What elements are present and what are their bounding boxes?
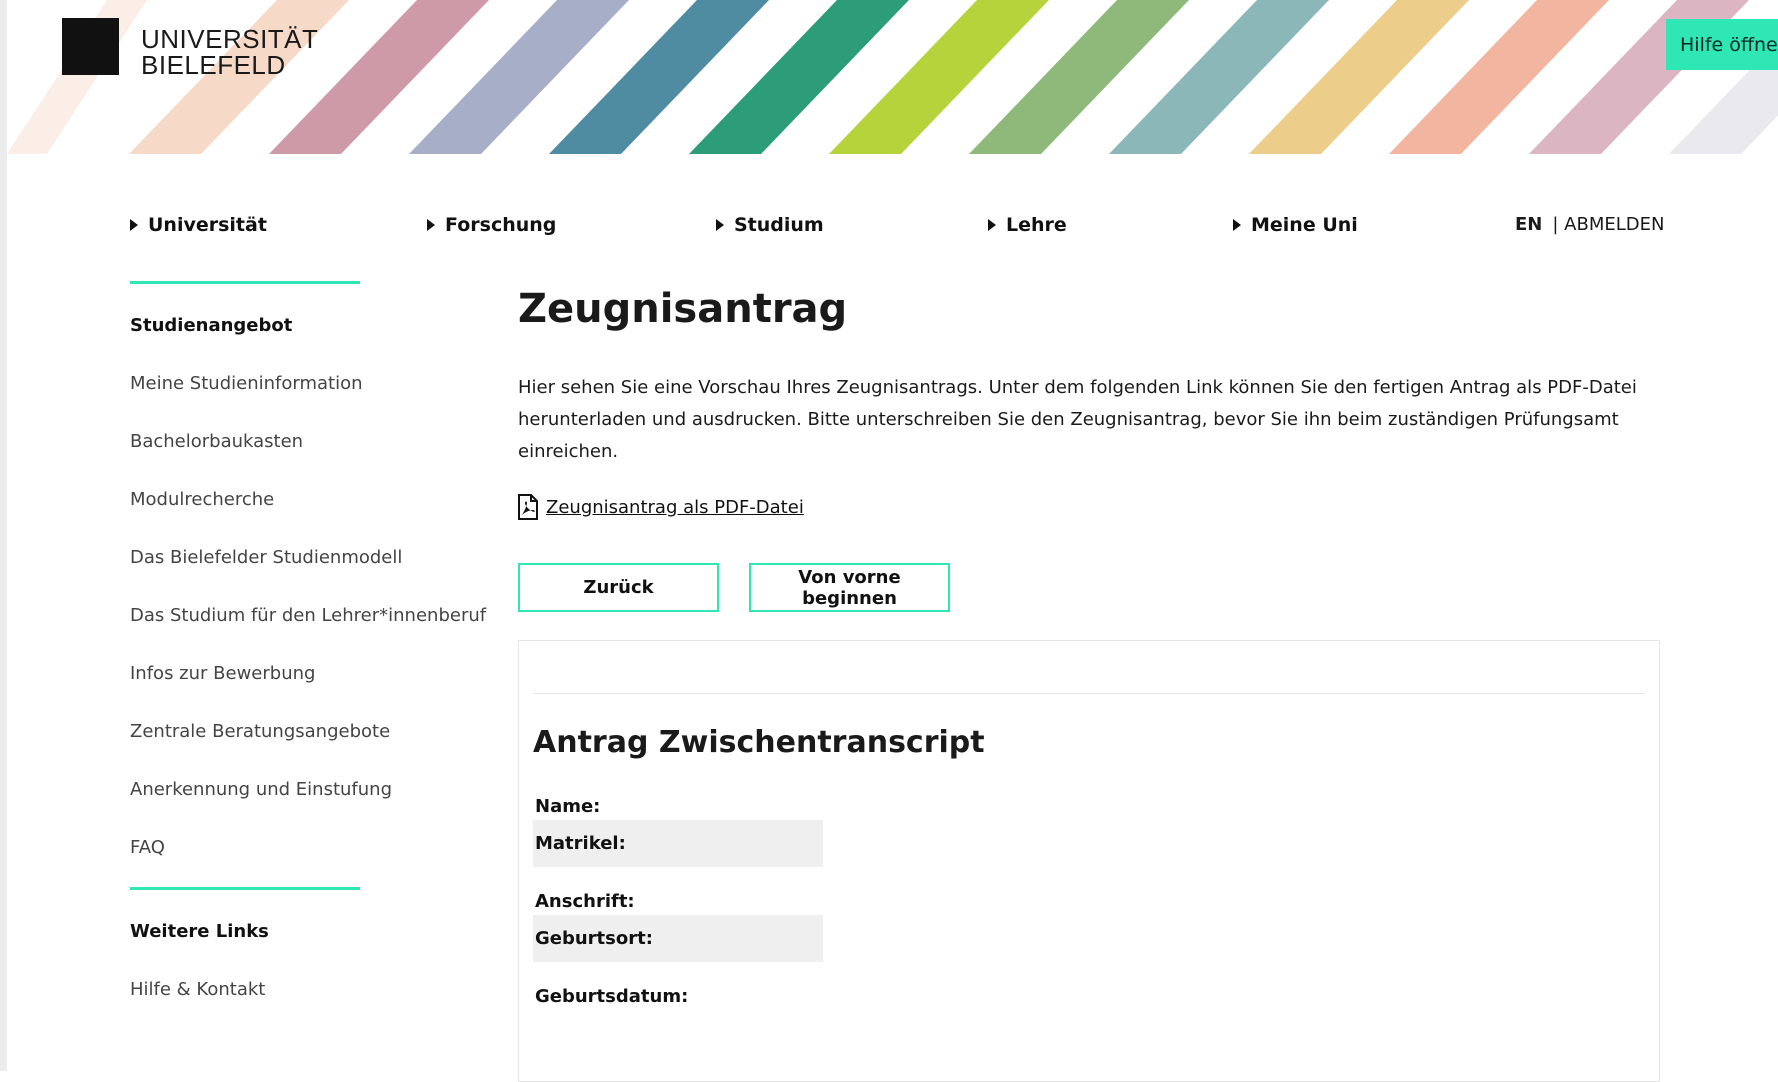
sidebar-item-bewerbung[interactable]: Infos zur Bewerbung: [130, 663, 315, 684]
pdf-file-icon: [518, 494, 538, 520]
sidebar-item-bielefelder-studienmodell[interactable]: Das Bielefelder Studienmodell: [130, 547, 402, 568]
back-button[interactable]: Zurück: [518, 563, 719, 612]
logo-wordmark: UNIVERSITÄT BIELEFELD: [141, 26, 318, 78]
nav-item-universitaet[interactable]: Universität: [130, 214, 267, 236]
preview-title: Antrag Zwischentranscript: [533, 725, 985, 760]
language-logout-bar: EN | ABMELDEN: [1515, 214, 1664, 235]
caret-right-icon: [427, 219, 435, 231]
sidebar-item-faq[interactable]: FAQ: [130, 837, 165, 858]
nav-item-label: Studium: [734, 214, 824, 236]
logo-line-2: BIELEFELD: [141, 50, 286, 80]
restart-button[interactable]: Von vorne beginnen: [749, 563, 950, 612]
sidebar-divider: [130, 887, 360, 890]
sidebar-item-hilfe-kontakt[interactable]: Hilfe & Kontakt: [130, 979, 265, 1000]
help-open-button[interactable]: Hilfe öffnen: [1666, 19, 1778, 70]
field-matrikel: Matrikel:: [533, 820, 823, 867]
field-geburtsdatum: Geburtsdatum:: [535, 986, 689, 1007]
intro-text: Hier sehen Sie eine Vorschau Ihres Zeugn…: [518, 377, 1637, 462]
caret-right-icon: [1233, 219, 1241, 231]
nav-item-forschung[interactable]: Forschung: [427, 214, 556, 236]
page-title: Zeugnisantrag: [518, 286, 848, 332]
sidebar-item-meine-studieninformation[interactable]: Meine Studieninformation: [130, 373, 363, 394]
caret-right-icon: [988, 219, 996, 231]
nav-item-label: Meine Uni: [1251, 214, 1358, 236]
sidebar-item-modulrecherche[interactable]: Modulrecherche: [130, 489, 274, 510]
sidebar-item-bachelorbaukasten[interactable]: Bachelorbaukasten: [130, 431, 303, 452]
logo-square-mark: [62, 18, 119, 75]
panel-divider: [533, 693, 1645, 694]
sidebar-divider: [130, 281, 360, 284]
language-switch-en[interactable]: EN: [1515, 214, 1542, 235]
sidebar-heading-studienangebot[interactable]: Studienangebot: [130, 315, 292, 336]
sidebar-item-anerkennung[interactable]: Anerkennung und Einstufung: [130, 779, 392, 800]
sidebar-item-beratungsangebote[interactable]: Zentrale Beratungsangebote: [130, 721, 390, 742]
logo-line-1: UNIVERSITÄT: [141, 24, 319, 54]
sidebar-item-lehrerinnenberuf[interactable]: Das Studium für den Lehrer*innenberuf: [130, 605, 486, 626]
pdf-download-link[interactable]: Zeugnisantrag als PDF-Datei: [518, 494, 804, 520]
caret-right-icon: [130, 219, 138, 231]
site-header: UNIVERSITÄT BIELEFELD: [7, 0, 1778, 154]
nav-item-label: Forschung: [445, 214, 557, 236]
nav-item-label: Lehre: [1006, 214, 1067, 236]
nav-item-label: Universität: [148, 214, 267, 236]
nav-item-lehre[interactable]: Lehre: [988, 214, 1067, 236]
nav-item-studium[interactable]: Studium: [716, 214, 824, 236]
university-logo[interactable]: UNIVERSITÄT BIELEFELD: [62, 18, 318, 78]
window-left-edge: [0, 0, 7, 1071]
nav-item-meine-uni[interactable]: Meine Uni: [1233, 214, 1358, 236]
logout-link[interactable]: | ABMELDEN: [1552, 214, 1664, 235]
pdf-link-label: Zeugnisantrag als PDF-Datei: [546, 496, 804, 518]
field-geburtsort: Geburtsort:: [533, 915, 823, 962]
sidebar-heading-weitere-links: Weitere Links: [130, 921, 269, 942]
caret-right-icon: [716, 219, 724, 231]
preview-panel: Antrag Zwischentranscript Name: Matrikel…: [518, 640, 1660, 1082]
